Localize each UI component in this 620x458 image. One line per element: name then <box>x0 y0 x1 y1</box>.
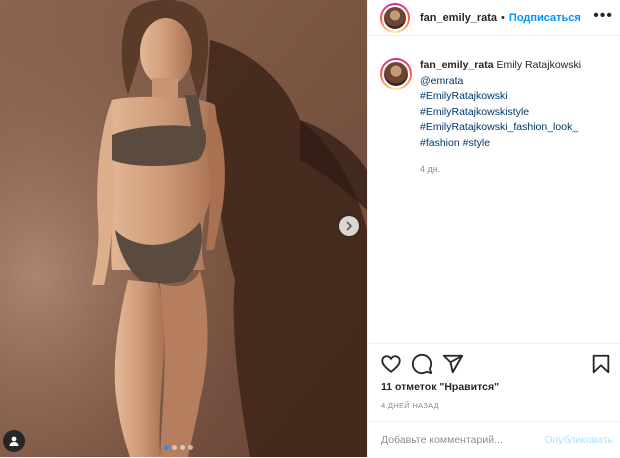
heart-icon[interactable] <box>380 353 402 375</box>
carousel-indicator <box>164 445 193 450</box>
chevron-right-icon <box>346 221 352 231</box>
post-photo <box>0 0 367 457</box>
comment-input[interactable] <box>381 434 545 446</box>
carousel-next-button[interactable] <box>339 216 359 236</box>
action-icons-row <box>380 353 612 377</box>
share-icon[interactable] <box>442 353 464 375</box>
caption-hashtag[interactable]: #EmilyRatajkowski <box>420 89 581 105</box>
comment-form: Опубликовать <box>368 421 620 458</box>
tagged-user-button[interactable] <box>3 430 25 452</box>
post-actions: 11 отметок "Нравится" 4 ДНЕЙ НАЗАД Опубл… <box>368 343 620 457</box>
user-tag-icon <box>9 436 19 446</box>
caption-mention[interactable]: @emrata <box>420 74 581 90</box>
post-caption: fan_emily_rata Emily Ratajkowski @emrata… <box>380 58 616 178</box>
caption-hashtag[interactable]: #EmilyRatajkowski_fashion_look_ <box>420 120 581 136</box>
carousel-dot <box>164 445 169 450</box>
post-header: fan_emily_rata • Подписаться ••• <box>368 0 620 36</box>
header-separator: • <box>501 11 505 24</box>
caption-text: Emily Ratajkowski <box>496 59 582 71</box>
publish-button[interactable]: Опубликовать <box>544 434 613 446</box>
avatar[interactable] <box>380 2 410 33</box>
likes-count[interactable]: 11 отметок "Нравится" <box>381 381 499 393</box>
comment-icon[interactable] <box>411 353 433 375</box>
carousel-dot <box>180 445 185 450</box>
caption-hashtag[interactable]: #EmilyRatajkowskistyle <box>420 105 581 121</box>
post-media[interactable] <box>0 0 367 457</box>
caption-username[interactable]: fan_emily_rata <box>420 59 494 71</box>
instagram-post: fan_emily_rata • Подписаться ••• fan_emi… <box>0 0 620 457</box>
caption-hashtag[interactable]: #fashion #style <box>420 136 581 152</box>
more-options-icon[interactable]: ••• <box>593 8 613 24</box>
header-username[interactable]: fan_emily_rata <box>420 12 497 24</box>
follow-button[interactable]: Подписаться <box>509 12 581 24</box>
post-side-panel: fan_emily_rata • Подписаться ••• fan_emi… <box>367 0 620 457</box>
post-date: 4 ДНЕЙ НАЗАД <box>381 401 440 410</box>
carousel-dot <box>188 445 193 450</box>
bookmark-icon[interactable] <box>590 353 612 375</box>
caption-avatar[interactable] <box>380 58 412 90</box>
carousel-dot <box>172 445 177 450</box>
caption-body: fan_emily_rata Emily Ratajkowski @emrata… <box>420 58 581 178</box>
caption-timestamp: 4 дн. <box>420 164 441 174</box>
